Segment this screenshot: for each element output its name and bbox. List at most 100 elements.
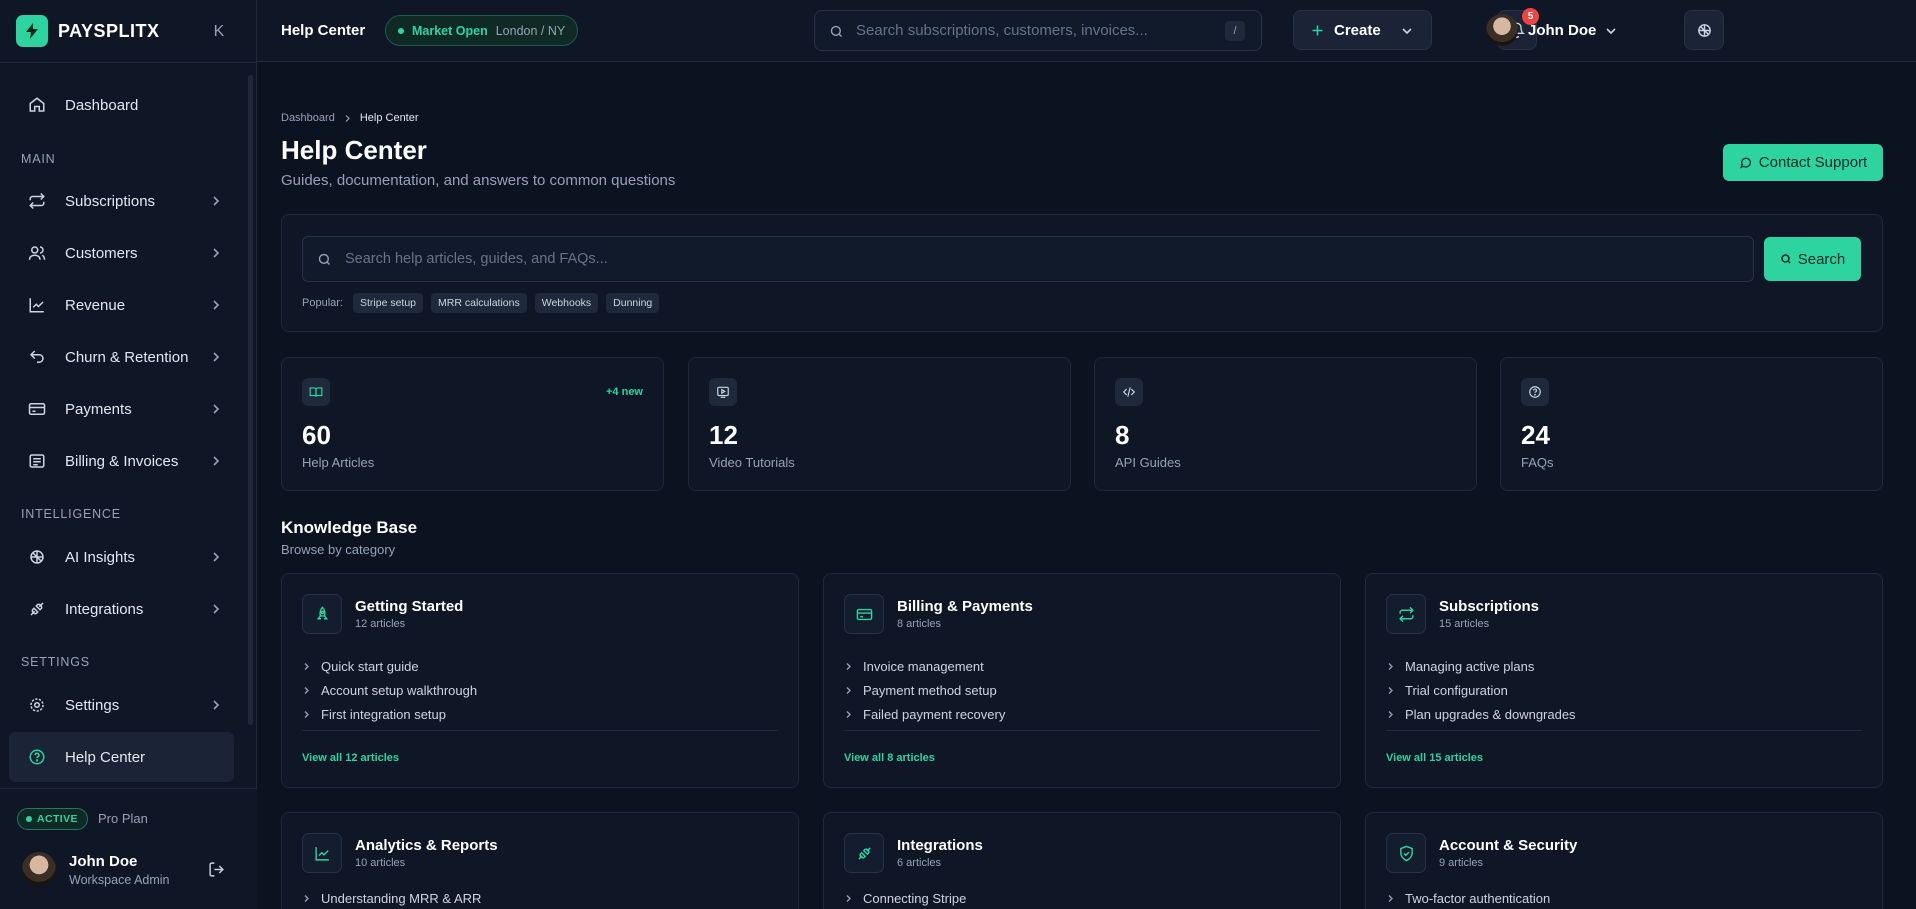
sidebar-item-label: Payments: [65, 400, 132, 418]
sidebar-item-payments[interactable]: Payments: [9, 384, 234, 434]
brand-name: PAYSPLITX: [58, 20, 160, 41]
sidebar-item-dashboard[interactable]: Dashboard: [9, 80, 234, 130]
chevron-right-icon: [1388, 894, 1393, 902]
article-link[interactable]: Trial configuration: [1386, 682, 1508, 698]
brain-icon: [30, 550, 44, 564]
chevron-down-icon[interactable]: [1605, 25, 1617, 37]
article-link[interactable]: Plan upgrades & downgrades: [1386, 706, 1576, 722]
section-subtitle: Browse by category: [281, 542, 396, 557]
category-card-analytics-reports[interactable]: Analytics & Reports 10 articles Understa…: [281, 812, 799, 909]
sidebar-item-billing-invoices[interactable]: Billing & Invoices: [9, 436, 234, 486]
page-title: Help Center: [281, 135, 427, 165]
chevron-right-icon: [1388, 662, 1393, 670]
global-search-input[interactable]: Search subscriptions, customers, invoice…: [814, 10, 1262, 51]
logout-icon[interactable]: [208, 861, 225, 878]
popular-tag[interactable]: Dunning: [606, 293, 660, 313]
sidebar-item-churn-retention[interactable]: Churn & Retention: [9, 332, 234, 382]
popular-tag[interactable]: MRR calculations: [431, 293, 527, 313]
article-link[interactable]: First integration setup: [302, 706, 446, 722]
sidebar-item-label: Billing & Invoices: [65, 452, 179, 470]
sidebar: PAYSPLITX K Dashboard MAIN Subscriptions…: [0, 0, 257, 909]
sidebar-item-customers[interactable]: Customers: [9, 228, 234, 278]
article-title: Trial configuration: [1405, 682, 1508, 698]
chevron-right-icon: [213, 604, 220, 614]
help-circle-icon: [29, 749, 45, 765]
article-link[interactable]: Invoice management: [844, 658, 984, 674]
category-card-subscriptions[interactable]: Subscriptions 15 articles Managing activ…: [1365, 573, 1883, 788]
view-all-link[interactable]: View all 12 articles: [302, 752, 399, 764]
chevron-right-icon: [304, 894, 309, 902]
section-label-intelligence: INTELLIGENCE: [21, 507, 121, 521]
sidebar-item-settings[interactable]: Settings: [9, 680, 234, 730]
stat-card-faqs[interactable]: 24 FAQs: [1500, 357, 1883, 491]
avatar[interactable]: [22, 852, 56, 886]
article-link[interactable]: Account setup walkthrough: [302, 682, 477, 698]
chevron-right-icon: [1388, 686, 1393, 694]
article-title: Managing active plans: [1405, 658, 1535, 674]
contact-support-button[interactable]: Contact Support: [1723, 144, 1883, 181]
popular-label: Popular:: [302, 297, 343, 309]
article-link[interactable]: Payment method setup: [844, 682, 997, 698]
breadcrumb-link-dashboard[interactable]: Dashboard: [281, 112, 335, 124]
view-all-link[interactable]: View all 15 articles: [1386, 752, 1483, 764]
category-title: Account & Security: [1439, 837, 1578, 854]
help-search-input[interactable]: Search help articles, guides, and FAQs..…: [302, 236, 1754, 282]
category-card-integrations[interactable]: Integrations 6 articles Connecting Strip…: [823, 812, 1341, 909]
article-link[interactable]: Connecting Stripe: [844, 890, 966, 906]
chevron-right-icon: [213, 456, 220, 466]
avatar[interactable]: [1486, 14, 1518, 46]
stat-card-api-guides[interactable]: 8 API Guides: [1094, 357, 1477, 491]
plus-icon: [1312, 25, 1323, 36]
stat-value: 12: [709, 420, 738, 450]
category-title: Integrations: [897, 837, 983, 854]
gear-icon: [30, 698, 44, 712]
category-count: 9 articles: [1439, 857, 1484, 869]
category-card-getting-started[interactable]: Getting Started 12 articles Quick start …: [281, 573, 799, 788]
logo-icon: [16, 15, 48, 47]
article-link[interactable]: Understanding MRR & ARR: [302, 890, 481, 906]
chevron-right-icon: [1388, 710, 1393, 718]
article-link[interactable]: Managing active plans: [1386, 658, 1534, 674]
article-title: Two-factor authentication: [1405, 890, 1551, 906]
sidebar-item-revenue[interactable]: Revenue: [9, 280, 234, 330]
ai-assistant-button[interactable]: [1684, 10, 1724, 50]
help-search-button-label: Search: [1797, 250, 1846, 268]
category-title: Subscriptions: [1439, 598, 1540, 615]
category-title: Analytics & Reports: [355, 837, 498, 854]
popular-tag[interactable]: Stripe setup: [352, 293, 424, 313]
stat-card-help-articles[interactable]: +4 new 60 Help Articles: [281, 357, 664, 491]
chevron-right-icon: [846, 710, 851, 718]
stat-value: 60: [302, 420, 331, 450]
category-card-billing-payments[interactable]: Billing & Payments 8 articles Invoice ma…: [823, 573, 1341, 788]
chevron-down-icon: [1402, 28, 1412, 35]
sidebar-item-subscriptions[interactable]: Subscriptions: [9, 176, 234, 226]
brand[interactable]: PAYSPLITX: [16, 14, 160, 48]
category-card-account-security[interactable]: Account & Security 9 articles Two-factor…: [1365, 812, 1883, 909]
undo-icon: [29, 350, 44, 363]
article-link[interactable]: Quick start guide: [302, 658, 419, 674]
article-link[interactable]: Two-factor authentication: [1386, 890, 1550, 906]
help-search-button[interactable]: Search: [1764, 237, 1861, 281]
view-all-link[interactable]: View all 8 articles: [844, 752, 935, 764]
collapse-sidebar-button[interactable]: K: [207, 20, 231, 44]
divider: [844, 730, 1320, 731]
home-icon: [29, 97, 45, 112]
create-button[interactable]: Create: [1293, 10, 1432, 50]
sidebar-item-integrations[interactable]: Integrations: [9, 584, 234, 634]
market-status-badge: Market Open London / NY: [385, 15, 579, 46]
sidebar-item-ai-insights[interactable]: AI Insights: [9, 532, 234, 582]
rocket-icon: [302, 594, 342, 634]
search-placeholder: Search subscriptions, customers, invoice…: [856, 22, 1148, 39]
sidebar-item-label: Help Center: [65, 748, 146, 766]
article-title: Payment method setup: [863, 682, 997, 698]
article-link[interactable]: Failed payment recovery: [844, 706, 1005, 722]
stat-label: Help Articles: [302, 455, 375, 470]
chevron-right-icon: [304, 710, 309, 718]
chevron-right-icon: [213, 700, 220, 710]
stat-card-video-tutorials[interactable]: 12 Video Tutorials: [688, 357, 1071, 491]
popular-tag[interactable]: Webhooks: [534, 293, 599, 313]
sidebar-item-help-center[interactable]: Help Center: [9, 732, 234, 782]
user-menu-name[interactable]: John Doe: [1528, 22, 1596, 39]
sidebar-item-label: Churn & Retention: [65, 348, 189, 366]
sidebar-scrollbar[interactable]: [248, 75, 253, 725]
